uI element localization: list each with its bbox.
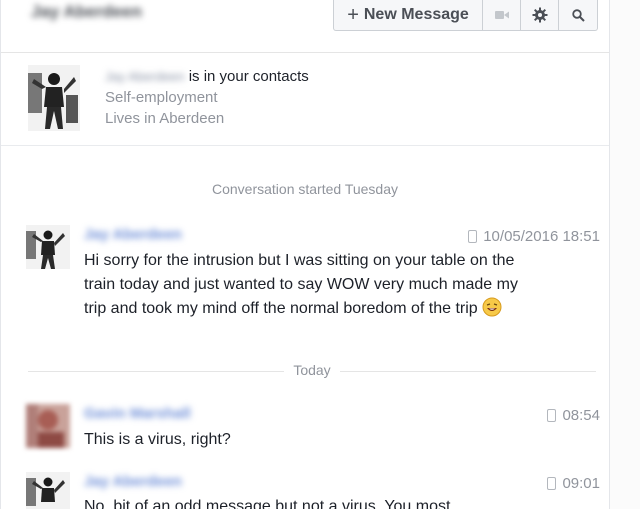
in-contacts-text: is in your contacts [188,68,309,85]
laughing-emoji-icon [482,297,502,317]
outer-background [610,0,640,509]
conversation-header: Jay Aberdeen + New Message [1,0,609,53]
message-time: 08:54 [562,407,600,424]
video-call-icon [494,11,509,19]
message-text: Hi sorry for the intrusion but I was sit… [84,249,534,321]
mobile-icon [547,477,557,490]
mobile-icon [468,230,478,243]
message-timestamp: 09:01 [547,475,600,492]
new-message-label: New Message [363,6,469,23]
settings-button[interactable] [521,0,559,30]
message-avatar[interactable] [26,472,70,509]
message-timestamp: 08:54 [547,407,600,424]
message-time: 10/05/2016 18:51 [483,228,600,245]
message-sender[interactable]: Jay Aberdeen [84,226,182,243]
contact-details: Jay Aberdeen is in your contacts Self-em… [105,66,309,129]
date-divider: Today [28,360,596,382]
message-avatar[interactable] [26,225,70,269]
new-message-button[interactable]: + New Message [334,0,483,30]
conversation-toolbar: + New Message [333,0,598,31]
message-text: This is a virus, right? [84,431,231,448]
contact-status-line: Jay Aberdeen is in your contacts [105,66,309,87]
message-body: Hi sorry for the intrusion but I was sit… [84,252,518,317]
divider-label: Today [293,362,331,378]
gear-icon [532,7,547,23]
message-time: 09:01 [562,475,600,492]
contact-name[interactable]: Jay Aberdeen [105,66,185,87]
message-sender[interactable]: Jay Aberdeen [84,473,182,490]
message-timestamp: 10/05/2016 18:51 [468,228,600,245]
mobile-icon [547,409,557,422]
conversation-title[interactable]: Jay Aberdeen [31,2,142,22]
message-sender[interactable]: Gavin Marshall [84,405,191,422]
message-text: No, bit of an odd message but not a viru… [84,498,451,509]
contact-card: Jay Aberdeen is in your contacts Self-em… [1,54,609,146]
message-avatar[interactable] [26,404,70,448]
search-icon [571,8,585,22]
contact-work: Self-employment [105,89,218,106]
contact-avatar[interactable] [28,65,80,131]
plus-icon: + [347,4,359,26]
contact-location: Lives in Aberdeen [105,110,225,127]
conversation-started-label: Conversation started Tuesday [212,181,398,197]
video-call-button[interactable] [483,0,521,30]
search-button[interactable] [559,0,597,30]
